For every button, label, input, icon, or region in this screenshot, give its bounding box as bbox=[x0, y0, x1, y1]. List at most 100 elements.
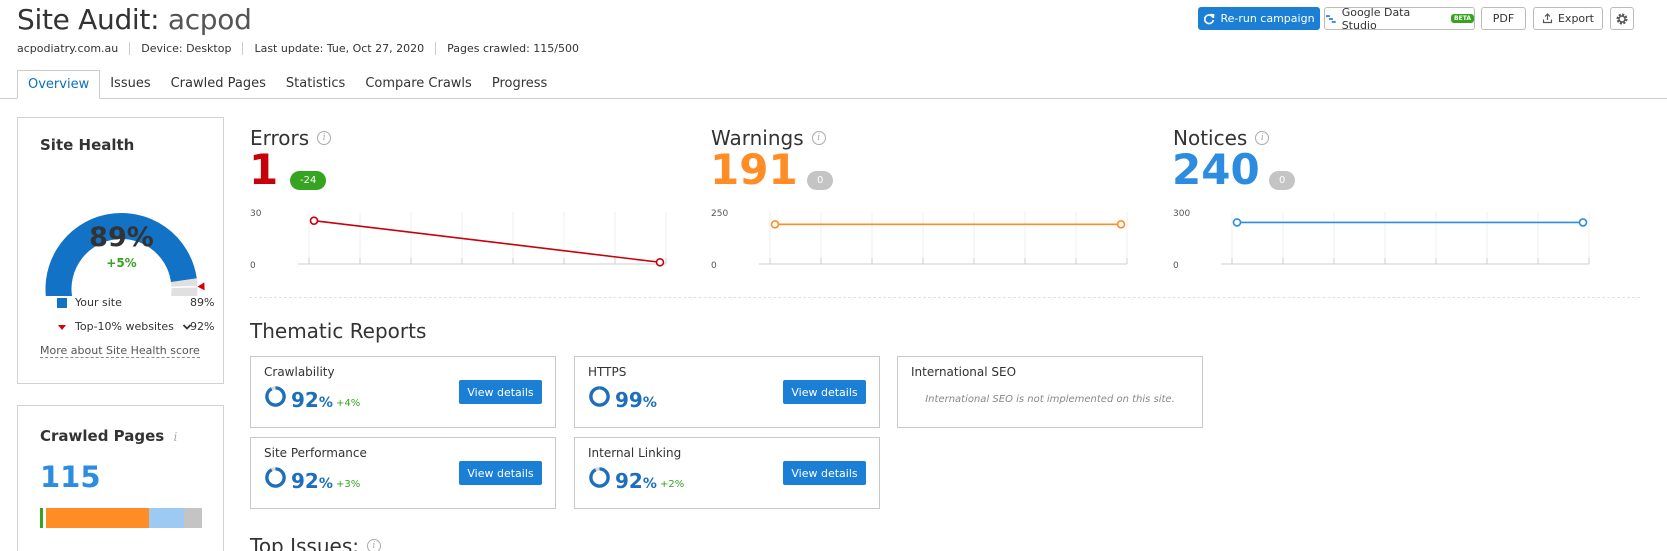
gauge-tick bbox=[171, 285, 198, 289]
report-card-internal-linking: Internal Linking 92% +2% View details bbox=[574, 437, 880, 509]
warnings-value: 191 bbox=[710, 145, 798, 194]
pdf-label: PDF bbox=[1492, 12, 1515, 25]
tab-crawled-pages[interactable]: Crawled Pages bbox=[161, 70, 276, 99]
warnings-trend-chart: 250 0 bbox=[711, 209, 1128, 271]
report-score: 92% bbox=[291, 388, 333, 412]
crawled-pages-label: Crawled Pages bbox=[40, 427, 165, 445]
audit-meta: acpodiatry.com.au Device: Desktop Last u… bbox=[17, 42, 590, 55]
page-title: Site Audit: acpod bbox=[17, 3, 252, 36]
site-health-change: +5% bbox=[106, 256, 137, 270]
errors-data-point[interactable] bbox=[655, 257, 665, 267]
info-icon[interactable]: i bbox=[1255, 131, 1270, 145]
report-card-site-performance: Site Performance 92% +3% View details bbox=[250, 437, 556, 509]
crawled-pages-segment[interactable] bbox=[184, 508, 202, 528]
crawled-pages-segment[interactable] bbox=[46, 508, 149, 528]
legend-your-site: Your site bbox=[57, 296, 122, 309]
view-details-button[interactable]: View details bbox=[783, 380, 866, 404]
beta-badge: BETA bbox=[1451, 14, 1474, 23]
view-details-button[interactable]: View details bbox=[459, 380, 542, 404]
crawled-pages-bar bbox=[40, 508, 202, 528]
report-score-value: 92 bbox=[615, 469, 643, 493]
google-data-studio-button[interactable]: Google Data Studio BETA bbox=[1324, 5, 1475, 32]
y-axis-ymax-label: 30 bbox=[250, 209, 262, 219]
view-details-button[interactable]: View details bbox=[783, 461, 866, 485]
score-ring-icon bbox=[589, 467, 610, 488]
tab-compare-crawls[interactable]: Compare Crawls bbox=[355, 70, 482, 99]
score-ring-icon bbox=[265, 386, 286, 407]
google-data-studio-label: Google Data Studio bbox=[1341, 5, 1411, 32]
y-axis-ymax-label: 300 bbox=[1173, 209, 1190, 219]
project-name: acpod bbox=[167, 3, 252, 36]
your-site-label: Your site bbox=[75, 296, 122, 309]
percent-sign: % bbox=[318, 395, 333, 411]
crawled-pages-card: Crawled Pages i 115 bbox=[17, 405, 224, 551]
top10-value: 92% bbox=[190, 320, 215, 333]
your-site-value: 89% bbox=[190, 296, 215, 309]
report-name: Crawlability bbox=[264, 365, 335, 379]
report-score: 99% bbox=[615, 388, 657, 412]
score-ring-icon bbox=[265, 467, 286, 488]
top10-label: Top-10% websites bbox=[75, 320, 174, 333]
tab-overview[interactable]: Overview bbox=[17, 70, 101, 99]
report-score: 92% bbox=[615, 469, 657, 493]
tab-progress[interactable]: Progress bbox=[482, 70, 557, 99]
info-icon[interactable]: i bbox=[317, 131, 332, 145]
errors-data-point[interactable] bbox=[309, 216, 319, 225]
report-name: Internal Linking bbox=[588, 446, 682, 460]
notices-data-point[interactable] bbox=[1232, 218, 1242, 227]
chart-grid bbox=[759, 212, 1128, 265]
notices-change-badge: 0 bbox=[1269, 171, 1296, 190]
report-score-value: 92 bbox=[291, 388, 319, 412]
export-button[interactable]: Export bbox=[1533, 7, 1603, 30]
main-tabs: Overview Issues Crawled Pages Statistics… bbox=[17, 70, 557, 99]
export-icon bbox=[1542, 13, 1553, 24]
percent-sign: % bbox=[642, 476, 657, 492]
legend-top10[interactable]: Top-10% websites bbox=[57, 320, 192, 333]
info-icon[interactable]: i bbox=[366, 539, 381, 551]
settings-button[interactable] bbox=[1610, 7, 1634, 30]
site-health-value: 89% bbox=[89, 222, 154, 253]
report-change: +3% bbox=[336, 479, 361, 490]
report-name: Site Performance bbox=[264, 446, 367, 460]
warnings-data-point[interactable] bbox=[770, 219, 780, 229]
crawled-pages-segment[interactable] bbox=[148, 508, 185, 528]
report-name: International SEO bbox=[911, 365, 1017, 379]
refresh-icon bbox=[1204, 13, 1215, 24]
warnings-data-point[interactable] bbox=[1116, 219, 1126, 229]
info-icon[interactable]: i bbox=[811, 131, 826, 145]
score-ring-icon bbox=[589, 386, 610, 407]
top-issues-label: Top Issues: bbox=[250, 534, 359, 551]
pdf-button[interactable]: PDF bbox=[1481, 7, 1526, 30]
chart-grid bbox=[1221, 212, 1590, 265]
report-card-crawlability: Crawlability 92% +4% View details bbox=[250, 356, 556, 428]
errors-value: 1 bbox=[249, 145, 279, 194]
section-divider bbox=[249, 297, 1640, 298]
y-axis-ymax-label: 250 bbox=[711, 209, 728, 219]
report-card-international-seo: International SEO International SEO is no… bbox=[897, 356, 1203, 428]
percent-sign: % bbox=[318, 476, 333, 492]
view-details-button[interactable]: View details bbox=[459, 461, 542, 485]
site-health-title: Site Health bbox=[40, 136, 135, 154]
errors-trend-chart: 30 0 bbox=[250, 209, 667, 271]
report-card-https: HTTPS 99% View details bbox=[574, 356, 880, 428]
report-score-value: 99 bbox=[615, 388, 643, 412]
red-triangle-icon bbox=[58, 324, 66, 330]
crawled-pages-value: 115 bbox=[40, 460, 101, 494]
rerun-campaign-button[interactable]: Re-run campaign bbox=[1198, 7, 1320, 30]
top-issues-title: Top Issues: i bbox=[250, 534, 381, 551]
meta-domain: acpodiatry.com.au bbox=[17, 42, 119, 55]
thematic-reports-title: Thematic Reports bbox=[250, 319, 427, 343]
percent-sign: % bbox=[642, 395, 657, 411]
report-score: 92% bbox=[291, 469, 333, 493]
report-name: HTTPS bbox=[588, 365, 627, 379]
report-change: +2% bbox=[660, 479, 685, 490]
y-axis-ymin-label: 0 bbox=[250, 261, 256, 271]
report-change: +4% bbox=[336, 398, 361, 409]
more-about-health-link[interactable]: More about Site Health score bbox=[40, 344, 200, 358]
tab-statistics[interactable]: Statistics bbox=[276, 70, 355, 99]
notices-data-point[interactable] bbox=[1578, 218, 1588, 227]
info-icon[interactable]: i bbox=[173, 430, 177, 444]
your-site-swatch bbox=[57, 297, 67, 308]
tab-issues[interactable]: Issues bbox=[100, 70, 160, 99]
site-health-card: Site Health 89% +5% Your site 89% Top-10… bbox=[17, 117, 224, 384]
